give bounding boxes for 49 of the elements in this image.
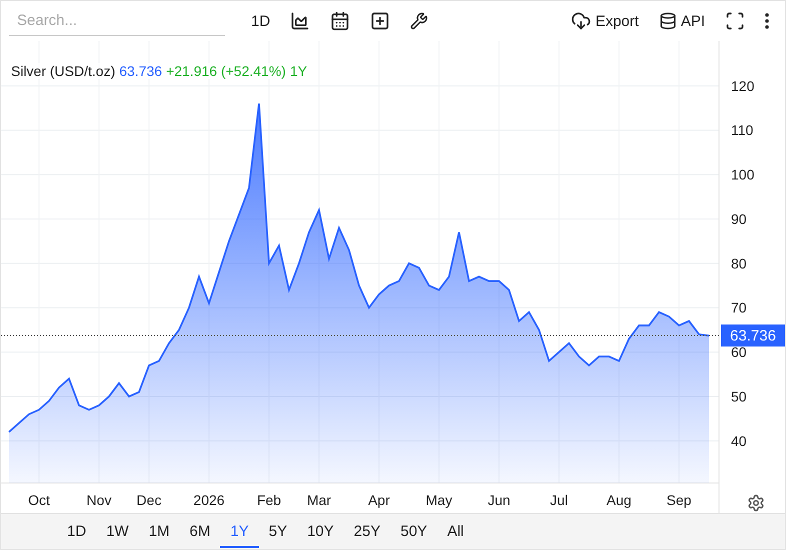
fullscreen-icon <box>725 11 745 31</box>
range-tab[interactable]: 10Y <box>297 515 344 548</box>
range-tab[interactable]: 25Y <box>344 515 390 548</box>
settings-icon[interactable] <box>747 494 765 512</box>
range-tab[interactable]: 1M <box>138 515 180 548</box>
x-axis-label: Apr <box>368 492 390 508</box>
x-axis-label: May <box>426 492 452 508</box>
price-change: +21.916 (+52.41%) <box>166 63 286 79</box>
cloud-download-icon <box>571 11 592 31</box>
plus-icon <box>370 11 390 31</box>
y-axis-label: 50 <box>731 388 747 404</box>
calendar-icon <box>330 11 350 31</box>
area-chart-icon <box>290 11 310 31</box>
ref-line-label: 63.736 <box>730 328 776 345</box>
x-axis-label: 2026 <box>193 492 225 508</box>
range-tab[interactable]: 1Y <box>220 515 259 548</box>
x-axis-label: Aug <box>606 492 632 508</box>
export-button[interactable]: Export <box>563 7 647 35</box>
x-axis-label: Sep <box>666 492 692 508</box>
wrench-icon <box>410 12 428 30</box>
y-axis-label: 110 <box>731 122 754 138</box>
range-tab[interactable]: 1D <box>57 515 96 548</box>
range-tab[interactable]: 5Y <box>258 515 298 548</box>
y-axis-label: 40 <box>731 432 747 449</box>
price-tag: 63.736 <box>721 324 785 346</box>
x-axis-label: Dec <box>136 492 162 508</box>
x-axis-label: Nov <box>86 492 112 508</box>
y-axis-label: 70 <box>731 300 747 316</box>
x-axis-label: Oct <box>28 492 50 508</box>
database-icon <box>658 12 677 30</box>
y-axis-label: 60 <box>731 344 747 360</box>
y-axis-label: 80 <box>731 255 747 272</box>
range-tab[interactable]: 50Y <box>390 515 438 548</box>
interval-button[interactable]: 1D <box>243 8 278 34</box>
x-axis-label: Jul <box>550 492 568 508</box>
y-axis-label: 120 <box>731 78 754 94</box>
range-tab[interactable]: All <box>437 515 474 548</box>
y-axis-label: 90 <box>731 210 747 227</box>
x-axis-label: Feb <box>256 492 282 508</box>
price-value: 63.736 <box>119 63 162 79</box>
x-axis-label: Jun <box>488 492 510 508</box>
range-tab[interactable]: 1W <box>96 515 139 548</box>
api-button[interactable]: API <box>650 8 713 34</box>
range-tab[interactable]: 6M <box>180 515 220 548</box>
x-axis-label: Mar <box>306 492 332 508</box>
y-axis-label: 100 <box>731 166 754 183</box>
more-icon <box>765 13 769 29</box>
period-label: 1Y <box>290 63 308 79</box>
symbol-name: Silver (USD/t.oz) <box>11 63 116 79</box>
